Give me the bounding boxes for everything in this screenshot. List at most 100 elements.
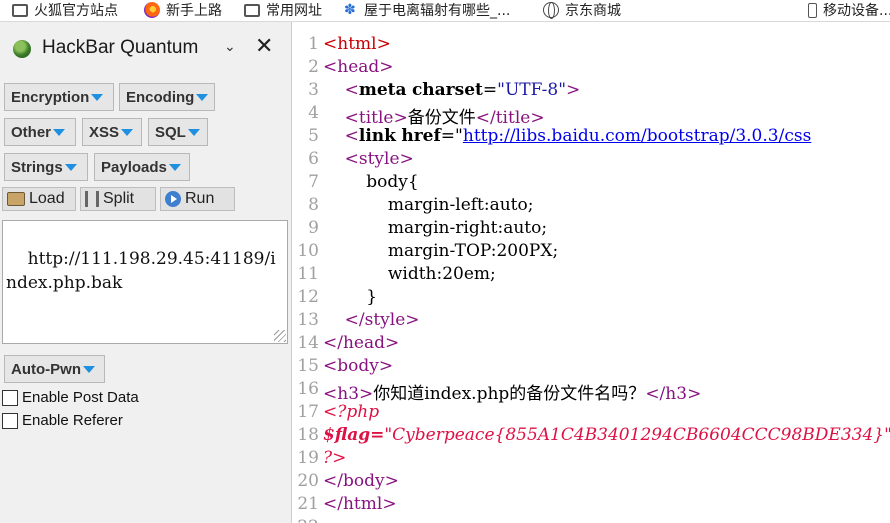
sql-menu-button[interactable]: SQL (148, 118, 208, 146)
option-label: Enable Referer (22, 412, 123, 429)
bookmark-label: 屋于电离辐射有哪些_... (364, 3, 511, 19)
bookmark-radiation[interactable]: ✽ 屋于电离辐射有哪些_... (344, 0, 510, 20)
flag-value: "Cyberpeace{855A1C4B3401294CB6604CCC98BD… (384, 425, 890, 445)
execute-button[interactable]: Run (160, 187, 235, 211)
load-icon (7, 192, 25, 206)
line-number: 19 (297, 448, 319, 468)
line-number: 1 (308, 34, 319, 54)
line-number: 16 (297, 379, 319, 399)
close-icon[interactable]: ✕ (255, 34, 273, 59)
css-line: margin-right:auto; (387, 218, 548, 238)
sidebar-title[interactable]: HackBar Quantum (42, 37, 198, 59)
flag-variable: $flag= (323, 425, 385, 445)
bookmark-mobile[interactable]: 移动设备... (808, 0, 890, 20)
dropdown-arrow-icon (82, 365, 95, 373)
referer-checkbox[interactable] (2, 412, 18, 429)
autopwn-menu-button[interactable]: Auto-Pwn (4, 355, 105, 383)
code-line: <link href="http://libs.baidu.com/bootst… (344, 126, 812, 146)
title-text: 备份文件 (407, 108, 476, 128)
code-line: <html> (323, 34, 391, 54)
code-line: <meta charset="UTF-8"> (344, 80, 581, 100)
bookmarks-toolbar: 火狐官方站点 新手上路 常用网址 ✽ 屋于电离辐射有哪些_... 京东商城 移动… (0, 0, 890, 22)
enable-post-data-option[interactable]: Enable Post Data (2, 389, 139, 406)
php-open-tag: <?php (323, 402, 380, 422)
load-url-button[interactable]: Load (2, 187, 76, 211)
line-number: 7 (308, 172, 319, 192)
url-textarea[interactable]: http://111.198.29.45:41189/index.php.bak (2, 220, 288, 344)
other-menu-button[interactable]: Other (4, 118, 76, 146)
stylesheet-link[interactable]: http://libs.baidu.com/bootstrap/3.0.3/cs… (463, 126, 811, 146)
code-line: $flag="Cyberpeace{855A1C4B3401294CB6604C… (323, 425, 890, 445)
resize-grip-icon[interactable] (274, 330, 286, 342)
php-close-tag: ?> (323, 448, 347, 468)
code-line: width:20em; (323, 264, 496, 284)
globe-icon (543, 2, 559, 19)
hackbar-logo-icon (13, 40, 31, 58)
css-line: margin-left:auto; (387, 195, 534, 215)
split-url-button[interactable]: Split (80, 187, 156, 211)
menu-label: Encoding (126, 88, 195, 106)
code-line: margin-left:auto; (323, 195, 534, 215)
line-number: 21 (297, 494, 319, 514)
url-text: http://111.198.29.45:41189/index.php.bak (6, 249, 276, 293)
menu-label: XSS (89, 123, 120, 141)
dropdown-arrow-icon (121, 128, 134, 136)
sidebar-header: HackBar Quantum ⌄ ✕ (0, 22, 292, 76)
line-number: 17 (297, 402, 319, 422)
line-number: 9 (308, 218, 319, 238)
line-number: 18 (297, 425, 319, 445)
bookmark-label: 移动设备... (823, 3, 890, 19)
menu-label: SQL (155, 123, 186, 141)
menu-label: Strings (11, 158, 63, 176)
menu-label: Other (11, 123, 52, 141)
bookmark-label: 火狐官方站点 (34, 3, 118, 19)
bookmark-label: 京东商城 (565, 3, 621, 19)
phone-icon (808, 2, 817, 18)
folder-icon (244, 3, 260, 17)
payloads-menu-button[interactable]: Payloads (94, 153, 190, 181)
css-line: margin-TOP:200PX; (387, 241, 559, 261)
menu-label: Auto-Pwn (11, 360, 81, 378)
code-line: margin-right:auto; (323, 218, 547, 238)
bookmark-label: 常用网址 (266, 3, 322, 19)
line-number: 8 (308, 195, 319, 215)
line-number: 22 (293, 517, 319, 523)
css-line: } (366, 287, 378, 307)
bookmark-jd[interactable]: 京东商城 (543, 0, 621, 20)
line-number: 20 (297, 471, 319, 491)
code-line: margin-TOP:200PX; (323, 241, 558, 261)
menu-label: Payloads (101, 158, 167, 176)
chevron-down-icon[interactable]: ⌄ (224, 39, 236, 55)
line-number: 4 (308, 103, 319, 123)
bookmark-common-sites[interactable]: 常用网址 (244, 0, 322, 20)
code-line: <head> (323, 57, 394, 77)
strings-menu-button[interactable]: Strings (4, 153, 88, 181)
heading-text: 你知道index.php的备份文件名吗？ (373, 384, 646, 404)
firefox-icon (144, 2, 160, 18)
bookmark-getting-started[interactable]: 新手上路 (144, 0, 222, 20)
button-label: Run (185, 190, 215, 207)
post-data-checkbox[interactable] (2, 389, 18, 406)
dropdown-arrow-icon (91, 93, 104, 101)
menu-label: Encryption (11, 88, 90, 106)
bookmark-official-site[interactable]: 火狐官方站点 (12, 0, 118, 20)
code-line: </head> (323, 333, 400, 353)
css-line: body{ (366, 172, 419, 192)
folder-icon (12, 3, 28, 17)
line-number: 2 (308, 57, 319, 77)
button-label: Load (29, 190, 65, 207)
code-line: <style> (344, 149, 414, 169)
source-code-view: 1 2 3 4 5 6 7 8 9 10 11 12 13 14 15 16 1… (293, 22, 890, 523)
xss-menu-button[interactable]: XSS (82, 118, 142, 146)
option-label: Enable Post Data (22, 389, 139, 406)
encoding-menu-button[interactable]: Encoding (119, 83, 215, 111)
code-line: </html> (323, 494, 397, 514)
enable-referer-option[interactable]: Enable Referer (2, 412, 123, 429)
line-number: 10 (297, 241, 319, 261)
encryption-menu-button[interactable]: Encryption (4, 83, 114, 111)
code-line: <body> (323, 356, 394, 376)
line-number: 11 (297, 264, 319, 284)
code-line: body{ (323, 172, 419, 192)
line-number: 5 (308, 126, 319, 146)
hackbar-panel: HackBar Quantum ⌄ ✕ Encryption Encoding … (0, 22, 292, 523)
